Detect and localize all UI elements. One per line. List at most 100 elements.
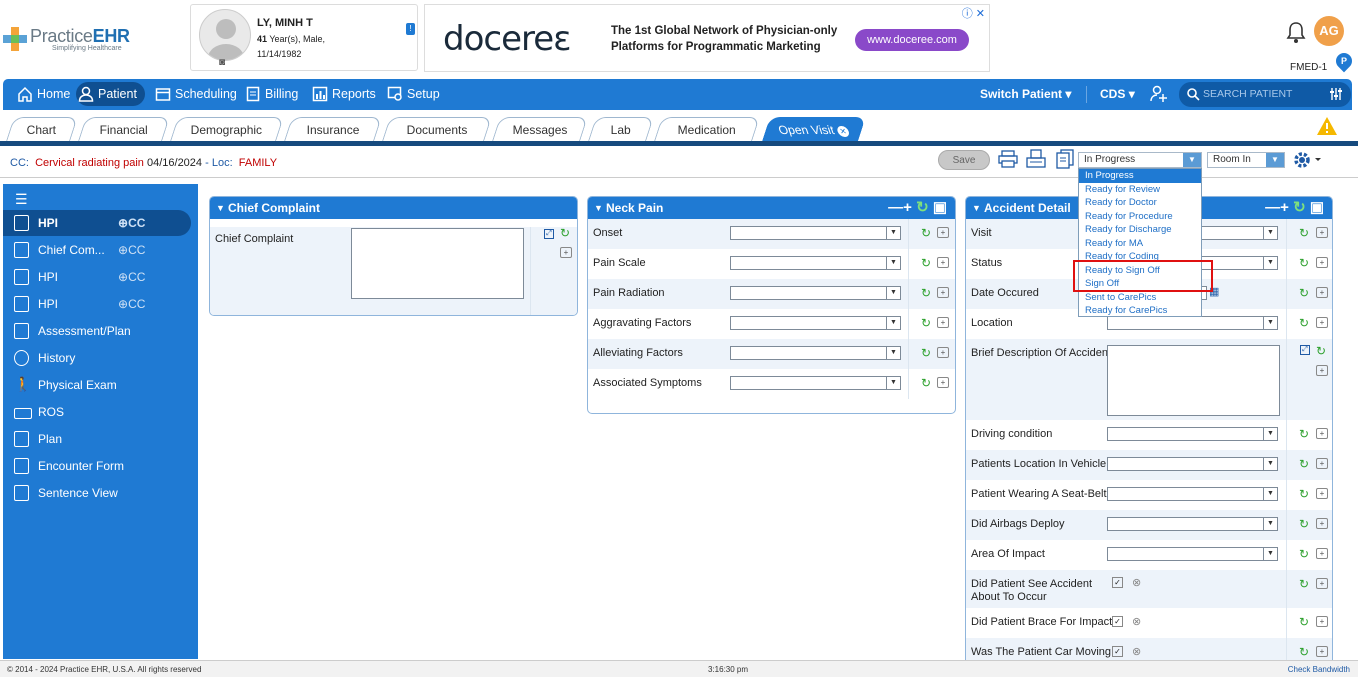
sidebar-item-hpi[interactable]: HPI ⊕CC <box>3 210 191 236</box>
reset-icon[interactable]: ↻ <box>1299 317 1309 329</box>
no-radio[interactable]: ⊗ <box>1132 645 1141 658</box>
patient-card[interactable]: ◙ LY, MINH T 41 Year(s), Male, 11/14/198… <box>190 4 418 71</box>
accident-description-textarea[interactable] <box>1107 345 1280 416</box>
add-cc-icon[interactable]: ⊕CC <box>118 237 145 263</box>
comment-icon[interactable]: ▣ <box>1310 199 1324 216</box>
reset-icon[interactable]: ↻ <box>921 257 931 269</box>
search-patient-input[interactable]: SEARCH PATIENT <box>1179 82 1351 107</box>
reset-icon[interactable]: ↻ <box>921 347 931 359</box>
status-option[interactable]: Sent to CarePics <box>1079 291 1201 305</box>
aggravating-factors-select[interactable]: ▼ <box>730 316 901 330</box>
minus-icon[interactable]: — <box>888 199 903 216</box>
comment-icon[interactable]: + <box>1316 488 1328 499</box>
comment-icon[interactable]: + <box>1316 317 1328 328</box>
reset-icon[interactable]: ↻ <box>921 287 931 299</box>
camera-icon[interactable]: ◙ <box>219 57 225 68</box>
tab-insurance[interactable]: Insurance <box>284 117 382 141</box>
map-pin-icon[interactable]: P <box>1332 49 1356 73</box>
plus-icon[interactable]: + <box>903 199 912 216</box>
status-option[interactable]: In Progress <box>1079 169 1201 183</box>
add-cc-icon[interactable]: ⊕CC <box>118 291 145 317</box>
cds-dropdown[interactable]: CDS ▾ <box>1100 79 1135 110</box>
reset-icon[interactable]: ↻ <box>1299 548 1309 560</box>
nav-home[interactable]: Home <box>15 79 70 110</box>
comment-icon[interactable]: + <box>1316 548 1328 559</box>
collapse-icon[interactable]: ▼ <box>972 197 981 219</box>
ad-close-icon[interactable]: ⓘ ✕ <box>962 5 985 21</box>
reset-icon[interactable]: ↻ <box>1299 428 1309 440</box>
status-option[interactable]: Ready for Review <box>1079 183 1201 197</box>
collapse-icon[interactable]: ▼ <box>216 197 225 219</box>
filter-sliders-icon[interactable] <box>1329 87 1343 101</box>
no-radio[interactable]: ⊗ <box>1132 615 1141 628</box>
status-option[interactable]: Ready for Doctor <box>1079 196 1201 210</box>
comment-icon[interactable]: + <box>937 317 949 328</box>
yes-checkbox[interactable]: ✓ <box>1112 616 1123 627</box>
yes-checkbox[interactable]: ✓ <box>1112 577 1123 588</box>
sidebar-item-hpi-3[interactable]: HPI ⊕CC <box>3 291 198 317</box>
comment-icon[interactable]: + <box>1316 518 1328 529</box>
reset-icon[interactable]: ↻ <box>1299 646 1309 658</box>
reset-icon[interactable]: ↻ <box>916 199 929 216</box>
reset-icon[interactable]: ↻ <box>1299 287 1309 299</box>
area-of-impact-select[interactable]: ▼ <box>1107 547 1278 561</box>
add-patient-icon[interactable] <box>1150 85 1168 103</box>
status-option[interactable]: Ready for MA <box>1079 237 1201 251</box>
alleviating-factors-select[interactable]: ▼ <box>730 346 901 360</box>
sidebar-item-ros[interactable]: ROS <box>3 399 198 425</box>
collapse-icon[interactable]: ▼ <box>594 197 603 219</box>
switch-patient-dropdown[interactable]: Switch Patient ▾ <box>980 79 1071 110</box>
comment-icon[interactable]: + <box>1316 458 1328 469</box>
save-button[interactable]: Save <box>938 150 990 170</box>
bell-icon[interactable] <box>1285 20 1307 44</box>
reset-icon[interactable]: ↻ <box>1299 488 1309 500</box>
chief-complaint-textarea[interactable] <box>351 228 524 299</box>
comment-icon[interactable]: + <box>937 377 949 388</box>
user-avatar[interactable]: AG <box>1314 16 1344 46</box>
seat-belt-select[interactable]: ▼ <box>1107 487 1278 501</box>
sidebar-item-history[interactable]: History <box>3 345 198 371</box>
reset-icon[interactable]: ↻ <box>1299 257 1309 269</box>
tab-financial[interactable]: Financial <box>78 117 170 141</box>
tab-demographic[interactable]: Demographic <box>170 117 284 141</box>
reset-icon[interactable]: ↻ <box>1299 578 1309 590</box>
ad-banner[interactable]: docereε The 1st Global Network of Physic… <box>424 4 990 72</box>
tab-medication[interactable]: Medication <box>654 117 760 141</box>
sidebar-item-sentence-view[interactable]: Sentence View <box>3 480 198 506</box>
room-select[interactable]: Room In ▼ <box>1207 152 1285 168</box>
add-cc-icon[interactable]: ⊕CC <box>118 264 145 290</box>
check-bandwidth-link[interactable]: Check Bandwidth <box>1288 665 1350 674</box>
reset-icon[interactable]: ↻ <box>1299 518 1309 530</box>
pain-radiation-select[interactable]: ▼ <box>730 286 901 300</box>
nav-reports[interactable]: Reports <box>310 79 376 110</box>
plus-icon[interactable]: + <box>1280 199 1289 216</box>
location-select[interactable]: ▼ <box>1107 316 1278 330</box>
menu-icon[interactable]: ☰ <box>15 191 28 208</box>
gear-icon[interactable] <box>1293 150 1323 170</box>
status-option[interactable]: Ready for Discharge <box>1079 223 1201 237</box>
close-tab-icon[interactable]: ✕ <box>835 126 851 137</box>
tab-messages[interactable]: Messages <box>492 117 588 141</box>
warning-icon[interactable] <box>1316 116 1338 136</box>
tab-documents[interactable]: Documents <box>382 117 492 141</box>
comment-icon[interactable]: + <box>937 347 949 358</box>
comment-icon[interactable]: + <box>937 287 949 298</box>
status-option[interactable]: Ready for Procedure <box>1079 210 1201 224</box>
comment-icon[interactable]: + <box>937 257 949 268</box>
documents-icon[interactable] <box>1055 149 1075 169</box>
associated-symptoms-select[interactable]: ▼ <box>730 376 901 390</box>
reset-icon[interactable]: ↻ <box>921 377 931 389</box>
sidebar-item-assessment-plan[interactable]: Assessment/Plan <box>3 318 198 344</box>
comment-icon[interactable]: + <box>1316 257 1328 268</box>
sidebar-item-hpi-2[interactable]: HPI ⊕CC <box>3 264 198 290</box>
comment-icon[interactable]: + <box>1316 227 1328 238</box>
reset-icon[interactable]: ↻ <box>1316 345 1326 357</box>
comment-icon[interactable]: ▣ <box>933 199 947 216</box>
tab-chart[interactable]: Chart <box>6 117 78 141</box>
nav-patient[interactable]: Patient <box>76 82 145 106</box>
status-option[interactable]: Ready for CarePics <box>1079 304 1201 318</box>
reset-icon[interactable]: ↻ <box>1299 227 1309 239</box>
comment-icon[interactable]: + <box>1316 365 1328 376</box>
reset-icon[interactable]: ↻ <box>921 317 931 329</box>
ad-cta-button[interactable]: www.doceree.com <box>855 29 969 51</box>
